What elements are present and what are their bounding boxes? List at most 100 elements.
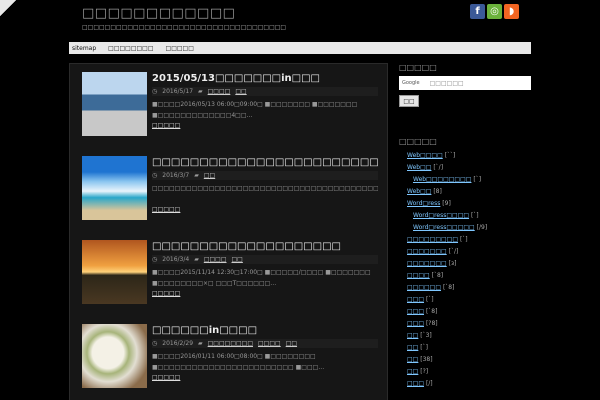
post-category[interactable]: □□□□ [208,88,231,95]
category-count: [/9] [476,224,488,231]
category-item: □□□ [?8] [399,318,531,330]
search-input[interactable]: Google □□□□□□ [399,76,531,90]
post-category[interactable]: □□ [204,172,215,179]
folder-icon: ▰ [194,256,199,263]
post-category[interactable]: □□□□ [204,256,227,263]
category-item: Word□ress□□□□ [`] [399,210,531,222]
category-link[interactable]: Word□ress□□□□□ [413,224,475,231]
post-date: 2016/2/29 [162,340,194,347]
post-category[interactable]: □□□□□□□□ [208,340,253,347]
post-title[interactable]: □□□□□□□□□□□□□□□□□□□□ [152,240,378,253]
folder-icon: ▰ [194,172,199,179]
category-link[interactable]: □□□□ [407,272,430,279]
post-meta: ◷ 2016/2/29 ▰ □□□□□□□□ □□□□ □□ [152,339,378,348]
category-item: □□ [`] [399,342,531,354]
nav-sitemap[interactable]: sitemap [72,45,96,52]
post-thumbnail[interactable] [82,240,147,304]
corner-fold [0,0,16,16]
folder-icon: ▰ [198,88,203,95]
post-date: 2016/5/17 [162,88,194,95]
main-navigation: sitemap □□□□□□□□ □□□□□ [69,42,531,54]
category-link[interactable]: □□□□□□□ [407,248,447,255]
category-count: [?] [420,368,429,375]
category-item: □□ [38] [399,354,531,366]
category-count: [``] [444,152,456,159]
post-category[interactable]: □□□□ [258,340,281,347]
post-date: 2016/3/4 [162,256,190,263]
nav-item-3[interactable]: □□□□□ [166,45,194,52]
category-link[interactable]: □□□ [407,380,424,387]
category-count: [`/] [433,164,444,171]
category-link[interactable]: Word□ress [407,200,440,207]
category-count: [`/] [448,248,459,255]
category-count: [`8] [425,308,438,315]
post-title[interactable]: □□□□□□in□□□□ [152,324,378,337]
post-category[interactable]: □□ [286,340,297,347]
category-item: Web□□□□□□□□ [`] [399,174,531,186]
category-link[interactable]: □□□ [407,320,424,327]
read-more-link[interactable]: □□□□□ [152,122,180,129]
category-link[interactable]: Word□ress□□□□ [413,212,469,219]
category-link[interactable]: □□□□□□□ [407,260,447,267]
feedly-icon[interactable]: ◎ [487,4,502,19]
category-item: Word□ress□□□□□ [/9] [399,222,531,234]
category-link[interactable]: □□□ [407,296,424,303]
category-item: □□ [?] [399,366,531,378]
category-count: [9] [442,200,451,207]
google-logo: Google [402,80,420,86]
post-meta: ◷ 2016/3/4 ▰ □□□□ □□ [152,255,378,264]
category-link[interactable]: Web□□□□□□□□ [413,176,471,183]
nav-item-2[interactable]: □□□□□□□□ [108,45,153,52]
category-link[interactable]: Web□□ [407,164,431,171]
site-description: □□□□□□□□□□□□□□□□□□□□□□□□□□□□□□□□□□□□ [82,24,287,31]
category-link[interactable]: □□ [407,356,418,363]
category-item: □□□ [`] [399,294,531,306]
post-category[interactable]: □□ [232,256,243,263]
category-item: □□□ [/] [399,378,531,390]
category-count: [?8] [425,320,438,327]
post-title[interactable]: □□□□□□□□□□□□□□□□□□□□□□□□□□□□□□□□□ [152,156,378,169]
post-excerpt: ■□□□□2016/05/13 06:00□09:00□ ■□□□□□□□ ■□… [152,101,358,119]
category-count: [`] [470,212,479,219]
category-link[interactable]: □□ [407,344,418,351]
read-more-link[interactable]: □□□□□ [152,374,180,381]
category-item: Word□ress [9] [399,198,531,210]
post-thumbnail[interactable] [82,324,147,388]
category-link[interactable]: Web□□ [407,188,431,195]
category-link[interactable]: □□ [407,332,418,339]
category-count: [`] [459,236,468,243]
post-item: 2015/05/13□□□□□□□in□□□ ◷ 2016/5/17 ▰ □□□… [82,72,378,138]
category-item: □□□□□□ [`8] [399,282,531,294]
clock-icon: ◷ [152,340,158,347]
category-list: □□□□□ Web□□□□ [``] Web□□ [`/] Web□□□□□□□□ … [399,137,531,390]
folder-icon: ▰ [198,340,203,347]
category-items: Web□□□□ [``] Web□□ [`/] Web□□□□□□□□ [`] Web… [399,150,531,390]
post-title[interactable]: 2015/05/13□□□□□□□in□□□ [152,72,378,85]
post-meta: ◷ 2016/3/7 ▰ □□ [152,171,378,180]
rss-icon[interactable]: ◗ [504,4,519,19]
site-title[interactable]: □□□□□□□□□□□□ [82,6,235,21]
post-excerpt: □□□□□□□□□□□□□□□□□□□□□□□□□□□□□□□□□□□□□□□□… [152,185,378,192]
category-link[interactable]: □□□□□□ [407,284,441,291]
category-item: □□□□ [`8] [399,270,531,282]
clock-icon: ◷ [152,88,158,95]
category-item: □□□□□□□ [з] [399,258,531,270]
clock-icon: ◷ [152,172,158,179]
post-category[interactable]: □□ [235,88,246,95]
read-more-link[interactable]: □□□□□ [152,206,180,213]
search-button[interactable]: □□ [399,95,419,107]
category-item: Web□□□□ [``] [399,150,531,162]
post-thumbnail[interactable] [82,72,147,136]
read-more-link[interactable]: □□□□□ [152,290,180,297]
post-meta: ◷ 2016/5/17 ▰ □□□□ □□ [152,87,378,96]
category-link[interactable]: □□ [407,368,418,375]
category-count: [з] [448,260,457,267]
post-thumbnail[interactable] [82,156,147,220]
facebook-icon[interactable]: f [470,4,485,19]
category-item: Web□□ [8] [399,186,531,198]
category-count: [`] [425,296,434,303]
category-link[interactable]: Web□□□□ [407,152,443,159]
category-link[interactable]: □□□□□□□□□ [407,236,458,243]
category-item: □□□□□□□ [`/] [399,246,531,258]
category-link[interactable]: □□□ [407,308,424,315]
